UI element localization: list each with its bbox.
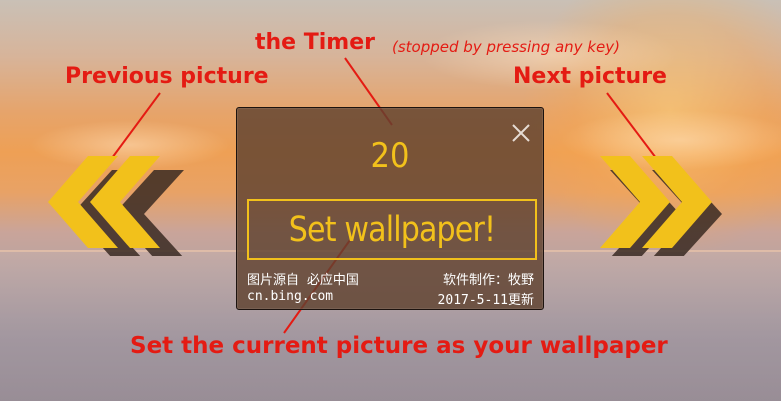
next-picture-button[interactable]: [596, 156, 738, 258]
set-wallpaper-label: Set wallpaper!: [288, 209, 496, 250]
set-wallpaper-annotation: Set the current picture as your wallpape…: [130, 333, 668, 359]
author-label: 软件制作：牧野: [442, 273, 534, 288]
image-source-label: 图片源自 必应中国: [247, 273, 359, 288]
double-chevron-left-icon: [48, 156, 184, 258]
countdown-timer: 20: [370, 136, 410, 176]
updated-date-label: 2017-5-11更新: [437, 293, 534, 308]
set-wallpaper-button[interactable]: Set wallpaper!: [247, 199, 537, 260]
previous-pointer-line: [111, 92, 161, 159]
timer-annotation-note: (stopped by pressing any key): [392, 38, 620, 56]
next-pointer-line: [606, 92, 657, 159]
image-source-link[interactable]: cn.bing.com: [247, 289, 333, 304]
previous-picture-button[interactable]: [46, 156, 188, 258]
next-annotation: Next picture: [513, 64, 667, 89]
previous-annotation: Previous picture: [65, 64, 269, 89]
double-chevron-right-icon: [600, 156, 722, 258]
timer-annotation: the Timer: [255, 30, 376, 55]
wallpaper-dialog: 20 Set wallpaper! 图片源自 必应中国 cn.bing.com …: [236, 107, 544, 310]
